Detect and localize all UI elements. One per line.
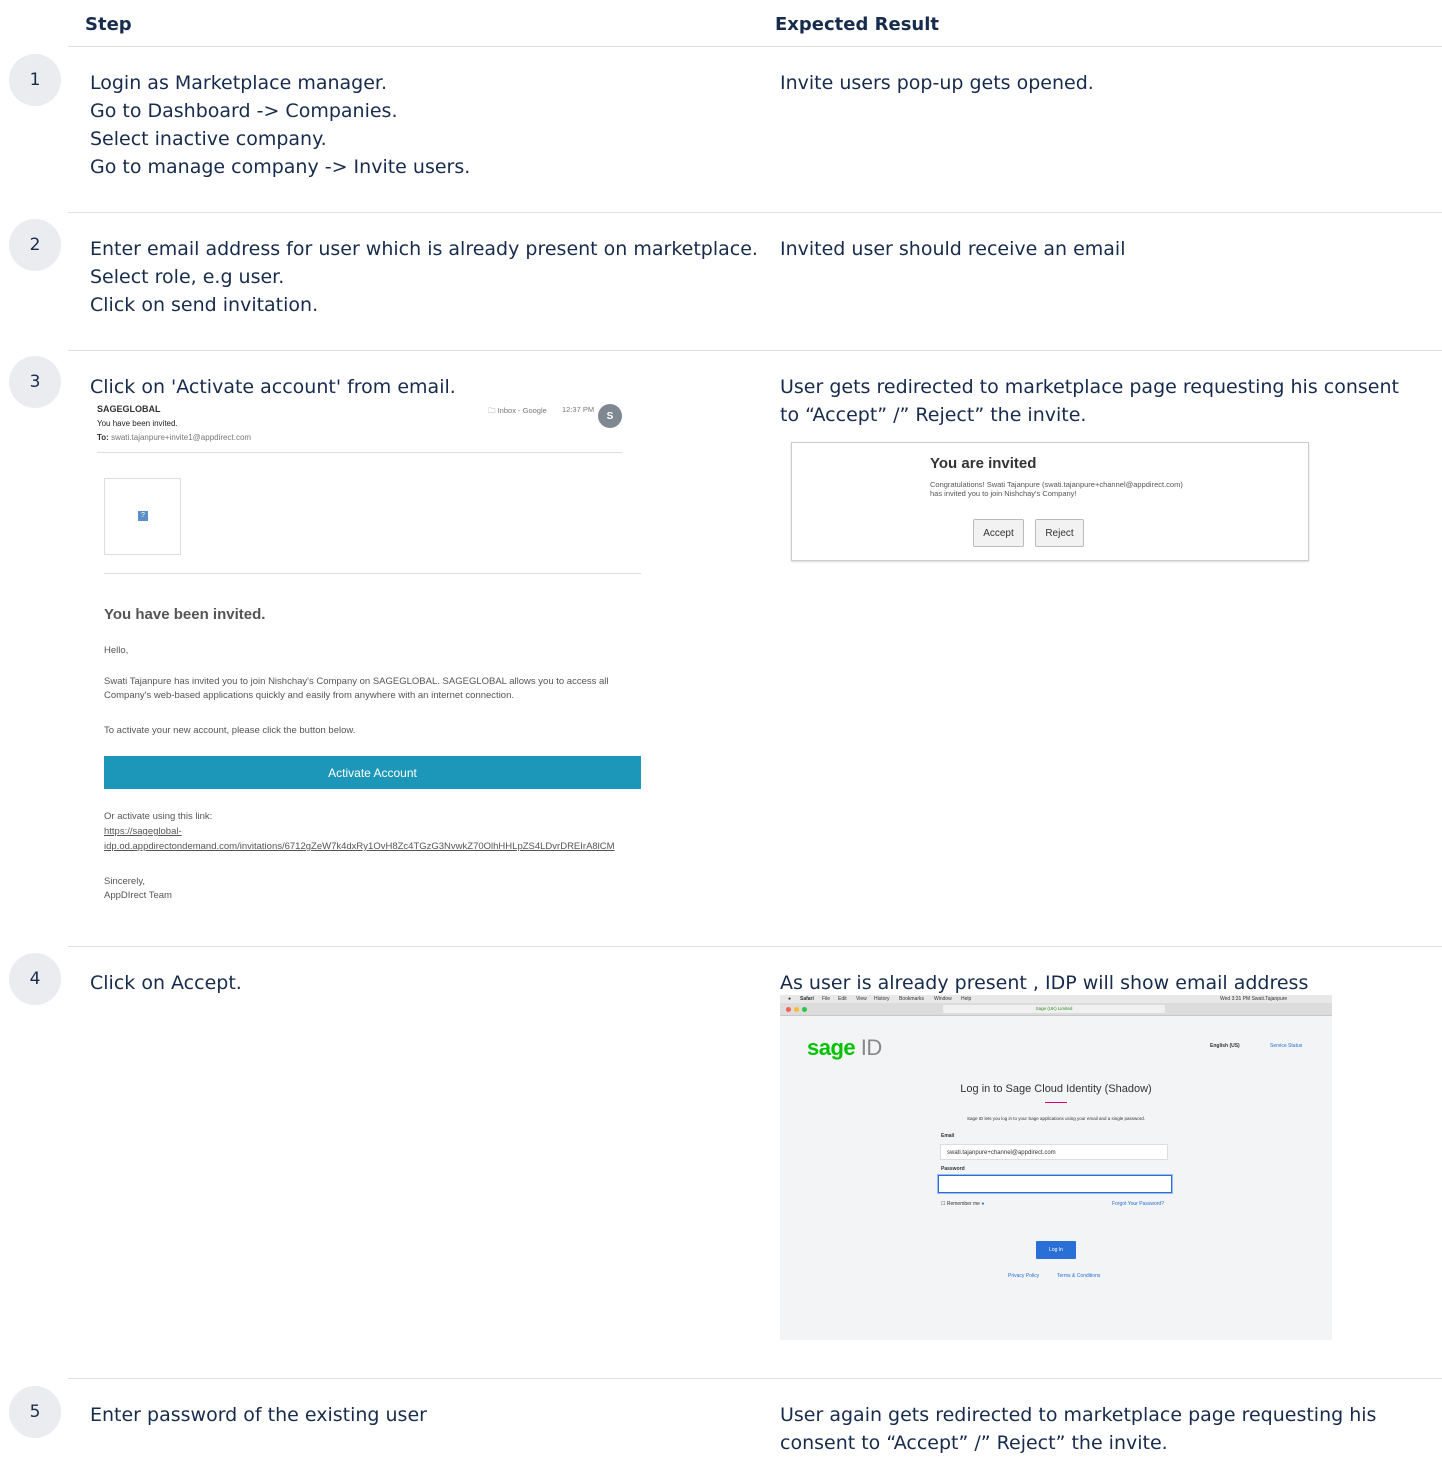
minimize-icon[interactable] — [794, 1007, 799, 1012]
email-screenshot: SAGEGLOBAL You have been invited. To: sw… — [90, 396, 650, 916]
step-line: Login as Marketplace manager. — [90, 72, 388, 94]
logo-suffix: ID — [855, 1035, 883, 1060]
expected-result: Invited user should receive an email — [780, 238, 1126, 260]
login-title: Log in to Sage Cloud Identity (Shadow) — [960, 1083, 1152, 1095]
row-divider — [68, 946, 1442, 947]
expected-result: User gets redirected to marketplace page… — [780, 376, 1399, 426]
activation-link[interactable]: https://sageglobal- — [104, 824, 182, 839]
avatar: S — [598, 404, 622, 428]
accept-button[interactable]: Accept — [973, 519, 1024, 547]
login-subtitle: Sage ID lets you log in to your Sage app… — [966, 1116, 1146, 1121]
mac-menu-bar: ● Safari File Edit View History Bookmark… — [780, 995, 1332, 1003]
menu-item[interactable]: Safari — [800, 996, 814, 1002]
header-divider — [68, 46, 1442, 47]
email-signature: AppDIrect Team — [104, 890, 172, 901]
email-body-line: Company's web-based applications quickly… — [104, 690, 515, 701]
menu-item[interactable]: View — [856, 996, 867, 1002]
service-status-link[interactable]: Service Status — [1270, 1043, 1302, 1049]
invite-title: You are invited — [930, 455, 1037, 472]
email-field[interactable]: swati.tajanpure+channel@appdirect.com — [940, 1144, 1168, 1160]
email-time: 12:37 PM — [562, 405, 595, 414]
step-number: 5 — [9, 1386, 61, 1438]
sage-id-logo: sage ID — [807, 1035, 882, 1061]
close-icon[interactable] — [786, 1007, 791, 1012]
email-folder: 🗀 Inbox - Google — [488, 405, 547, 418]
menu-item[interactable]: History — [874, 996, 890, 1002]
expected-result: Invite users pop-up gets opened. — [780, 72, 1094, 94]
header-expected-result: Expected Result — [775, 14, 940, 35]
email-title: You have been invited. — [104, 606, 266, 623]
menu-item[interactable]: Edit — [838, 996, 847, 1002]
menu-item[interactable]: Help — [961, 996, 971, 1002]
step-number: 4 — [9, 953, 61, 1005]
email-label: Email — [941, 1133, 955, 1139]
expected-result: As user is already present , IDP will sh… — [780, 972, 1309, 994]
email-image-placeholder: ? — [104, 478, 181, 555]
header-step: Step — [85, 14, 132, 35]
step-line: Enter email address for user which is al… — [90, 238, 758, 260]
forgot-password-link[interactable]: Forgot Your Password? — [1112, 1201, 1164, 1207]
row-divider — [68, 212, 1442, 213]
sage-id-screenshot: ● Safari File Edit View History Bookmark… — [780, 995, 1332, 1340]
maximize-icon[interactable] — [802, 1007, 807, 1012]
folder-icon: 🗀 — [488, 406, 496, 415]
step-description: Enter email address for user which is al… — [90, 235, 758, 319]
menu-item[interactable]: Window — [934, 996, 952, 1002]
password-field[interactable] — [938, 1175, 1172, 1193]
menu-status: Wed 3:31 PM Swati.Tajanpure — [1220, 996, 1288, 1002]
step-line: Select role, e.g user. — [90, 266, 285, 288]
apple-icon: ● — [788, 996, 792, 1002]
menu-item[interactable]: File — [822, 996, 830, 1002]
step-line: Go to manage company -> Invite users. — [90, 156, 471, 178]
activation-link[interactable]: idp.od.appdirectondemand.com/invitations… — [104, 839, 655, 854]
step-line: Click on Accept. — [90, 972, 242, 994]
privacy-policy-link[interactable]: Privacy Policy — [1008, 1273, 1039, 1279]
email-to-label: To: — [97, 433, 109, 442]
email-sender: SAGEGLOBAL — [97, 404, 161, 414]
invite-message: Congratulations! Swati Tajanpure (swati.… — [930, 480, 1183, 498]
browser-toolbar: Sage (UK) Limited — [780, 1003, 1332, 1016]
logo-text: sage — [807, 1035, 856, 1060]
info-icon: ● — [981, 1201, 985, 1207]
email-or-text: Or activate using this link: — [104, 811, 213, 822]
email-recipient: To: swati.tajanpure+invite1@appdirect.co… — [97, 433, 251, 442]
row-divider — [68, 350, 1442, 351]
remember-me-label: Remember me — [946, 1201, 980, 1207]
remember-me-checkbox[interactable]: ☐ Remember me ● — [941, 1201, 984, 1207]
log-in-button[interactable]: Log In — [1036, 1241, 1076, 1259]
activate-account-button[interactable]: Activate Account — [104, 756, 641, 789]
password-label: Password — [941, 1166, 965, 1172]
invite-card: You are invited Congratulations! Swati T… — [791, 442, 1309, 561]
email-body-line: Swati Tajanpure has invited you to join … — [104, 676, 609, 687]
step-number: 1 — [9, 54, 61, 106]
expected-result: User again gets redirected to marketplac… — [780, 1404, 1377, 1454]
step-number: 2 — [9, 219, 61, 271]
step-number: 3 — [9, 356, 61, 408]
step-description: Enter password of the existing user — [90, 1401, 750, 1429]
email-divider — [97, 452, 622, 453]
title-underline — [1045, 1102, 1067, 1103]
terms-link[interactable]: Terms & Conditions — [1057, 1273, 1100, 1279]
step-line: Go to Dashboard -> Companies. — [90, 100, 398, 122]
row-divider — [68, 1378, 1442, 1379]
email-subject: You have been invited. — [97, 419, 178, 428]
email-activate-text: To activate your new account, please cli… — [104, 725, 356, 736]
email-divider — [104, 573, 641, 574]
email-folder-label: Inbox - Google — [497, 406, 547, 415]
email-to-address: swati.tajanpure+invite1@appdirect.com — [111, 433, 252, 442]
step-line: Enter password of the existing user — [90, 1404, 427, 1426]
step-description: Click on Accept. — [90, 969, 750, 997]
email-sign-off: Sincerely, — [104, 876, 146, 887]
reject-button[interactable]: Reject — [1035, 519, 1084, 547]
step-line: Click on send invitation. — [90, 294, 319, 316]
step-description: Login as Marketplace manager. Go to Dash… — [90, 69, 750, 181]
broken-image-icon: ? — [138, 511, 148, 521]
menu-item[interactable]: Bookmarks — [899, 996, 924, 1002]
language-select[interactable]: English (US) — [1210, 1043, 1240, 1049]
step-line: Select inactive company. — [90, 128, 327, 150]
email-greeting: Hello, — [104, 645, 129, 656]
address-bar[interactable]: Sage (UK) Limited — [943, 1005, 1165, 1013]
